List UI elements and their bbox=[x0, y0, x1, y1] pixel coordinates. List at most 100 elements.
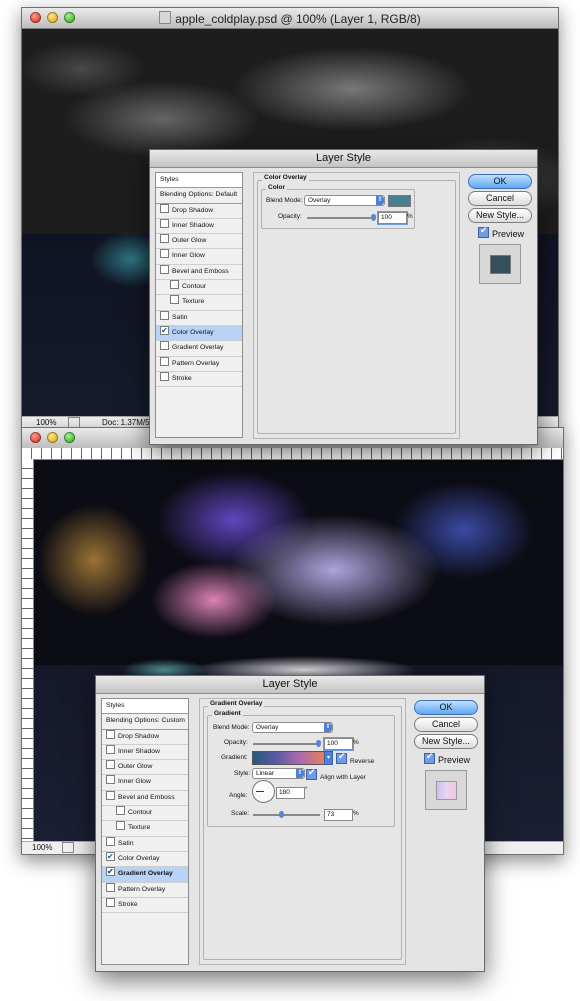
drop-shadow-checkbox[interactable] bbox=[160, 203, 169, 213]
angle-input[interactable]: 180 bbox=[276, 787, 305, 799]
style-bevel-emboss[interactable]: Bevel and Emboss bbox=[102, 790, 188, 807]
style-outer-glow[interactable]: Outer Glow bbox=[102, 760, 188, 776]
blend-mode-select[interactable]: Overlay ⇕ bbox=[304, 195, 385, 206]
gradient-overlay-checkbox[interactable] bbox=[160, 341, 169, 351]
style-pattern-overlay[interactable]: Pattern Overlay bbox=[102, 882, 188, 898]
zoom-level[interactable]: 100% bbox=[32, 843, 52, 852]
opacity-unit: % bbox=[353, 739, 359, 746]
style-select[interactable]: Linear ⇕ bbox=[252, 768, 305, 779]
gradient-overlay-checkbox[interactable] bbox=[106, 865, 115, 879]
outer-glow-checkbox[interactable] bbox=[160, 234, 169, 244]
opacity-slider[interactable] bbox=[307, 214, 376, 221]
ok-button[interactable]: OK bbox=[414, 700, 478, 715]
scale-slider[interactable] bbox=[253, 811, 320, 818]
blending-options[interactable]: Blending Options: Default bbox=[156, 188, 242, 204]
style-contour[interactable]: Contour bbox=[156, 280, 242, 296]
angle-dial[interactable] bbox=[252, 780, 275, 803]
dialog-2-title[interactable]: Layer Style bbox=[96, 676, 484, 694]
color-overlay-checkbox[interactable] bbox=[160, 324, 169, 338]
bevel-emboss-checkbox[interactable] bbox=[160, 264, 169, 274]
scale-slider-thumb[interactable] bbox=[279, 811, 284, 818]
scale-input[interactable]: 73 bbox=[324, 809, 353, 821]
style-stroke[interactable]: Stroke bbox=[156, 371, 242, 388]
close-icon[interactable] bbox=[30, 432, 41, 443]
bevel-emboss-checkbox[interactable] bbox=[106, 790, 115, 800]
overlay-color-swatch[interactable] bbox=[388, 195, 411, 207]
align-checkbox[interactable] bbox=[306, 767, 317, 780]
contour-checkbox[interactable] bbox=[116, 806, 125, 816]
pattern-overlay-checkbox[interactable] bbox=[160, 356, 169, 366]
section-title: Color Overlay bbox=[262, 174, 309, 181]
cancel-button[interactable]: Cancel bbox=[468, 191, 532, 206]
style-inner-shadow[interactable]: Inner Shadow bbox=[102, 744, 188, 761]
satin-checkbox[interactable] bbox=[106, 836, 115, 846]
preview-checkbox[interactable] bbox=[424, 751, 435, 764]
inner-shadow-checkbox[interactable] bbox=[160, 218, 169, 228]
gradient-overlay-panel: Gradient Overlay Gradient Blend Mode: Ov… bbox=[199, 698, 406, 965]
opacity-slider[interactable] bbox=[253, 740, 321, 747]
blend-mode-select[interactable]: Overlay ⇕ bbox=[252, 722, 333, 733]
color-overlay-checkbox[interactable] bbox=[106, 850, 115, 864]
opacity-input[interactable]: 100 bbox=[378, 212, 407, 224]
style-inner-glow[interactable]: Inner Glow bbox=[156, 249, 242, 265]
opacity-input[interactable]: 100 bbox=[324, 738, 353, 750]
texture-checkbox[interactable] bbox=[170, 295, 179, 305]
style-drop-shadow[interactable]: Drop Shadow bbox=[156, 203, 242, 219]
style-satin[interactable]: Satin bbox=[102, 836, 188, 852]
document-icon bbox=[159, 11, 172, 24]
style-pattern-overlay[interactable]: Pattern Overlay bbox=[156, 356, 242, 372]
ok-button[interactable]: OK bbox=[468, 174, 532, 189]
preview-checkbox[interactable] bbox=[478, 225, 489, 238]
minimize-icon[interactable] bbox=[47, 432, 58, 443]
window-1-titlebar[interactable]: apple_coldplay.psd @ 100% (Layer 1, RGB/… bbox=[22, 8, 558, 29]
horizontal-ruler[interactable] bbox=[22, 448, 563, 460]
layer-style-dialog-2: Layer Style Styles Blending Options: Cus… bbox=[95, 675, 485, 972]
style-inner-glow[interactable]: Inner Glow bbox=[102, 775, 188, 791]
scale-label: Scale: bbox=[231, 810, 250, 817]
outer-glow-checkbox[interactable] bbox=[106, 760, 115, 770]
opacity-slider-thumb[interactable] bbox=[371, 214, 376, 221]
blending-options[interactable]: Blending Options: Custom bbox=[102, 714, 188, 730]
gradient-swatch[interactable] bbox=[252, 751, 325, 765]
gradient-dropdown[interactable]: ▾ bbox=[324, 751, 333, 765]
preview-toggle[interactable]: Preview bbox=[478, 225, 524, 239]
dialog-1-title[interactable]: Layer Style bbox=[150, 150, 537, 168]
new-style-button[interactable]: New Style... bbox=[414, 734, 478, 749]
style-stroke[interactable]: Stroke bbox=[102, 897, 188, 914]
align-toggle[interactable]: Align with Layer bbox=[306, 767, 366, 781]
style-color-overlay[interactable]: Color Overlay bbox=[102, 850, 188, 868]
stroke-checkbox[interactable] bbox=[160, 371, 169, 381]
satin-checkbox[interactable] bbox=[160, 310, 169, 320]
reverse-toggle[interactable]: Reverse bbox=[336, 751, 374, 765]
style-gradient-overlay[interactable]: Gradient Overlay bbox=[156, 341, 242, 357]
texture-checkbox[interactable] bbox=[116, 821, 125, 831]
vertical-ruler[interactable] bbox=[22, 459, 34, 842]
zoom-level[interactable]: 100% bbox=[36, 418, 56, 427]
stroke-checkbox[interactable] bbox=[106, 897, 115, 907]
new-style-button[interactable]: New Style... bbox=[468, 208, 532, 223]
style-drop-shadow[interactable]: Drop Shadow bbox=[102, 729, 188, 745]
style-texture[interactable]: Texture bbox=[156, 295, 242, 311]
drop-shadow-checkbox[interactable] bbox=[106, 729, 115, 739]
inner-shadow-checkbox[interactable] bbox=[106, 744, 115, 754]
style-inner-shadow[interactable]: Inner Shadow bbox=[156, 218, 242, 235]
style-contour[interactable]: Contour bbox=[102, 806, 188, 822]
opacity-slider-thumb[interactable] bbox=[316, 740, 321, 747]
pattern-overlay-checkbox[interactable] bbox=[106, 882, 115, 892]
contour-checkbox[interactable] bbox=[170, 280, 179, 290]
styles-header[interactable]: Styles bbox=[102, 699, 188, 715]
style-satin[interactable]: Satin bbox=[156, 310, 242, 326]
style-color-overlay[interactable]: Color Overlay bbox=[156, 324, 242, 342]
inner-glow-checkbox[interactable] bbox=[160, 249, 169, 259]
status-menu-icon[interactable] bbox=[62, 842, 74, 853]
style-bevel-emboss[interactable]: Bevel and Emboss bbox=[156, 264, 242, 281]
preview-toggle[interactable]: Preview bbox=[424, 751, 470, 765]
reverse-checkbox[interactable] bbox=[336, 751, 347, 764]
zoom-icon[interactable] bbox=[64, 432, 75, 443]
style-texture[interactable]: Texture bbox=[102, 821, 188, 837]
cancel-button[interactable]: Cancel bbox=[414, 717, 478, 732]
style-gradient-overlay[interactable]: Gradient Overlay bbox=[102, 865, 188, 883]
styles-header[interactable]: Styles bbox=[156, 173, 242, 189]
inner-glow-checkbox[interactable] bbox=[106, 775, 115, 785]
style-outer-glow[interactable]: Outer Glow bbox=[156, 234, 242, 250]
